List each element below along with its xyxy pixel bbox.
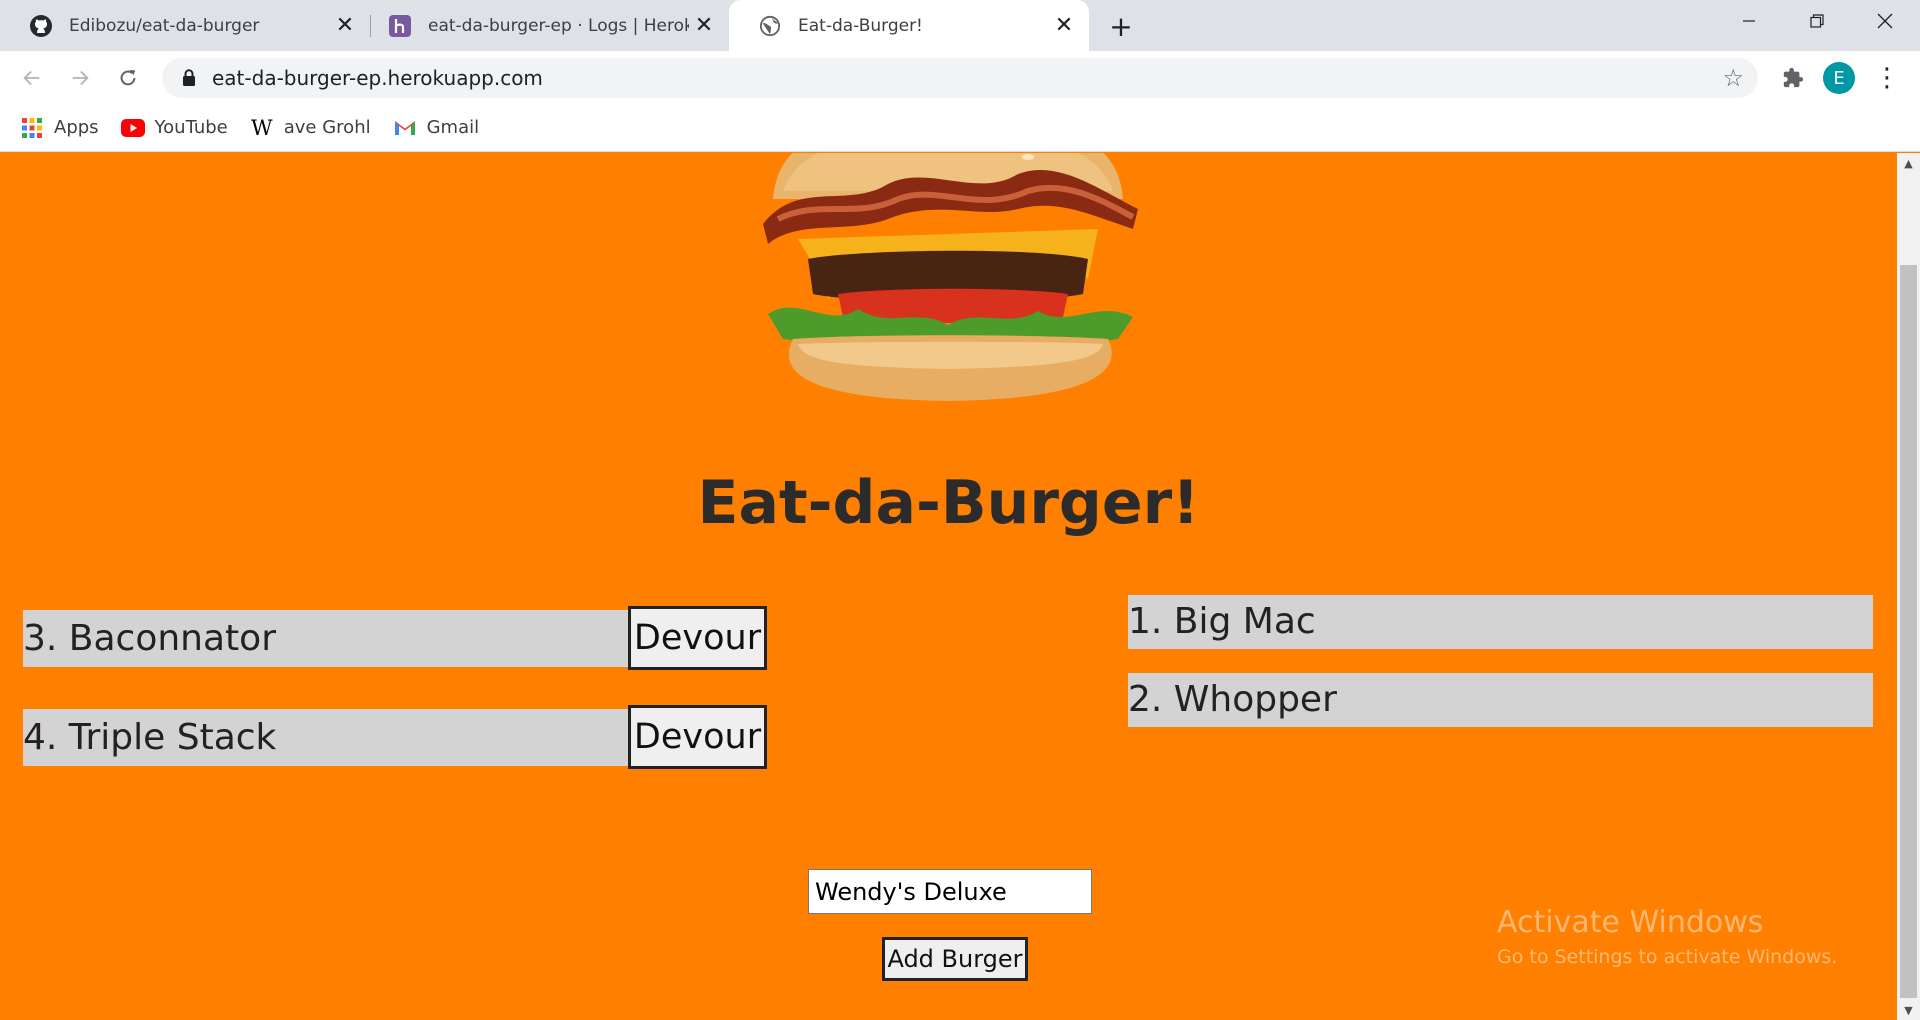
devoured-burger-item: 1. Big Mac (1128, 595, 1873, 649)
back-button[interactable] (14, 60, 50, 96)
burger-name: 3. Baconnator (23, 610, 629, 667)
apps-grid-icon (20, 116, 44, 140)
bookmark-gmail[interactable]: Gmail (393, 116, 480, 140)
devour-button[interactable]: Devour (628, 606, 767, 670)
bookmark-label: Gmail (426, 117, 480, 138)
github-icon (29, 14, 53, 38)
devoured-burger-item: 2. Whopper (1128, 673, 1873, 727)
youtube-icon (120, 116, 145, 140)
minimize-button[interactable] (1715, 0, 1783, 42)
lock-icon[interactable] (180, 68, 198, 88)
devour-button[interactable]: Devour (628, 705, 767, 769)
scroll-up-arrow-icon[interactable]: ▲ (1897, 153, 1920, 173)
forward-button[interactable] (62, 60, 98, 96)
scroll-down-arrow-icon[interactable]: ▼ (1897, 1000, 1920, 1020)
bookmark-label: Apps (54, 117, 99, 138)
devoured-burger-list: 1. Big Mac 2. Whopper (1128, 595, 1873, 751)
tab-title: Edibozu/eat-da-burger (69, 15, 260, 36)
bookmark-apps[interactable]: Apps (20, 116, 99, 140)
url-text: eat-da-burger-ep.herokuapp.com (212, 66, 543, 90)
wikipedia-icon: W (250, 115, 273, 140)
profile-avatar[interactable]: E (1823, 62, 1855, 94)
restore-button[interactable] (1783, 0, 1851, 42)
close-tab-icon[interactable]: ✕ (1049, 11, 1079, 41)
close-tab-icon[interactable]: ✕ (689, 11, 719, 41)
tab-github[interactable]: Edibozu/eat-da-burger ✕ (0, 0, 370, 51)
close-window-button[interactable] (1851, 0, 1919, 42)
uneaten-burger-list: 3. Baconnator Devour 4. Triple Stack Dev… (23, 606, 767, 804)
tab-title: Eat-da-Burger! (798, 15, 923, 36)
bookmark-star-icon[interactable]: ☆ (1722, 64, 1744, 92)
uneaten-burger-item: 4. Triple Stack Devour (23, 705, 767, 769)
windows-activation-watermark: Activate Windows Go to Settings to activ… (1497, 905, 1837, 968)
burger-name-input[interactable] (808, 869, 1092, 914)
tab-title: eat-da-burger-ep · Logs | Heroku (428, 15, 689, 36)
watermark-subtitle: Go to Settings to activate Windows. (1497, 946, 1838, 968)
browser-toolbar: eat-da-burger-ep.herokuapp.com ☆ E ⋮ (0, 51, 1920, 104)
close-tab-icon[interactable]: ✕ (330, 11, 360, 41)
globe-icon (758, 14, 782, 38)
burger-image (763, 153, 1138, 401)
scrollbar-thumb[interactable] (1900, 265, 1917, 998)
gmail-icon (393, 116, 417, 140)
reload-button[interactable] (110, 60, 146, 96)
bookmark-wikipedia[interactable]: W ave Grohl (250, 116, 371, 140)
bookmark-label: ave Grohl (283, 117, 371, 138)
add-burger-button[interactable]: Add Burger (882, 937, 1028, 981)
menu-kebab-icon[interactable]: ⋮ (1872, 60, 1902, 96)
bookmark-youtube[interactable]: YouTube (120, 116, 228, 140)
tab-strip: Edibozu/eat-da-burger ✕ eat-da-burger-ep… (0, 0, 1920, 51)
extensions-icon[interactable] (1776, 61, 1810, 95)
page-title: Eat-da-Burger! (697, 468, 1200, 538)
uneaten-burger-item: 3. Baconnator Devour (23, 606, 767, 670)
page-content: Eat-da-Burger! 3. Baconnator Devour 4. T… (0, 153, 1897, 1020)
watermark-title: Activate Windows (1497, 905, 1764, 940)
new-tab-button[interactable]: + (1104, 9, 1138, 43)
tab-eat-da-burger[interactable]: Eat-da-Burger! ✕ (729, 0, 1089, 51)
bookmark-label: YouTube (154, 117, 228, 138)
burger-name: 4. Triple Stack (23, 709, 629, 766)
address-bar[interactable]: eat-da-burger-ep.herokuapp.com ☆ (162, 58, 1758, 98)
tab-heroku[interactable]: eat-da-burger-ep · Logs | Heroku ✕ (359, 0, 729, 51)
bookmarks-bar: Apps YouTube W ave Grohl Gmail (0, 104, 1920, 152)
vertical-scrollbar[interactable]: ▲ ▼ (1897, 153, 1920, 1020)
heroku-icon (388, 14, 412, 38)
